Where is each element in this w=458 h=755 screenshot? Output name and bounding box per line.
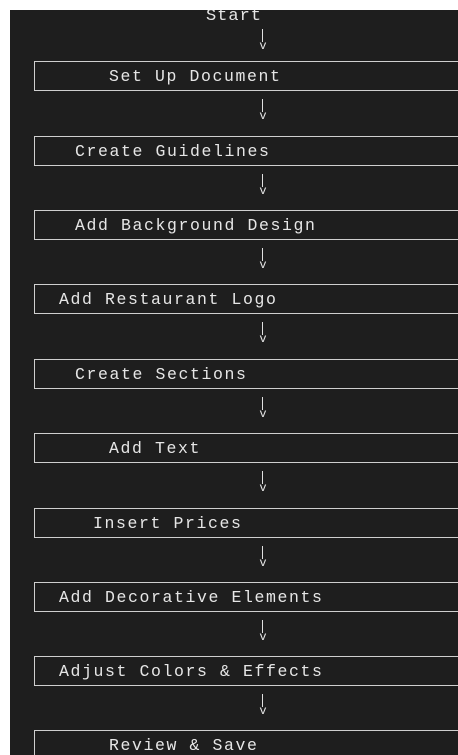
arrow-down-icon: v	[259, 704, 267, 718]
arrow-down-icon: v	[259, 556, 267, 570]
arrow-down-icon: v	[259, 481, 267, 495]
connector-5-to-6: v	[258, 397, 268, 423]
connector-1-to-2: v	[258, 99, 268, 125]
step-label: Create Sections	[75, 365, 248, 384]
step-node-7: Insert Prices	[34, 508, 458, 538]
step-node-5: Create Sections	[34, 359, 458, 389]
start-node-label: Start	[205, 10, 262, 26]
step-label: Add Text	[109, 439, 202, 458]
step-node-3: Add Background Design	[34, 210, 458, 240]
step-label: Review & Save	[109, 736, 259, 755]
connector-3-to-4: v	[258, 248, 268, 274]
step-label: Add Restaurant Logo	[59, 290, 278, 309]
flowchart-canvas: Start v Set Up Document v Create Guideli…	[10, 10, 458, 755]
connector-start-to-step-1: v	[258, 29, 268, 55]
arrow-down-icon: v	[259, 109, 267, 123]
step-label: Add Decorative Elements	[59, 588, 324, 607]
arrow-down-icon: v	[259, 407, 267, 421]
step-label: Set Up Document	[109, 67, 282, 86]
step-label: Add Background Design	[75, 216, 317, 235]
arrow-down-icon: v	[259, 184, 267, 198]
step-label: Adjust Colors & Effects	[59, 662, 324, 681]
step-node-1: Set Up Document	[34, 61, 458, 91]
connector-6-to-7: v	[258, 471, 268, 497]
arrow-down-icon: v	[259, 630, 267, 644]
arrow-down-icon: v	[259, 258, 267, 272]
connector-9-to-10: v	[258, 694, 268, 720]
arrow-down-icon: v	[259, 332, 267, 346]
step-node-8: Add Decorative Elements	[34, 582, 458, 612]
arrow-down-icon: v	[259, 39, 267, 53]
step-node-6: Add Text	[34, 433, 458, 463]
step-node-9: Adjust Colors & Effects	[34, 656, 458, 686]
step-node-10: Review & Save	[34, 730, 458, 755]
connector-8-to-9: v	[258, 620, 268, 646]
connector-7-to-8: v	[258, 546, 268, 572]
step-label: Insert Prices	[93, 514, 243, 533]
step-node-2: Create Guidelines	[34, 136, 458, 166]
connector-4-to-5: v	[258, 322, 268, 348]
step-node-4: Add Restaurant Logo	[34, 284, 458, 314]
step-label: Create Guidelines	[75, 142, 271, 161]
connector-2-to-3: v	[258, 174, 268, 200]
